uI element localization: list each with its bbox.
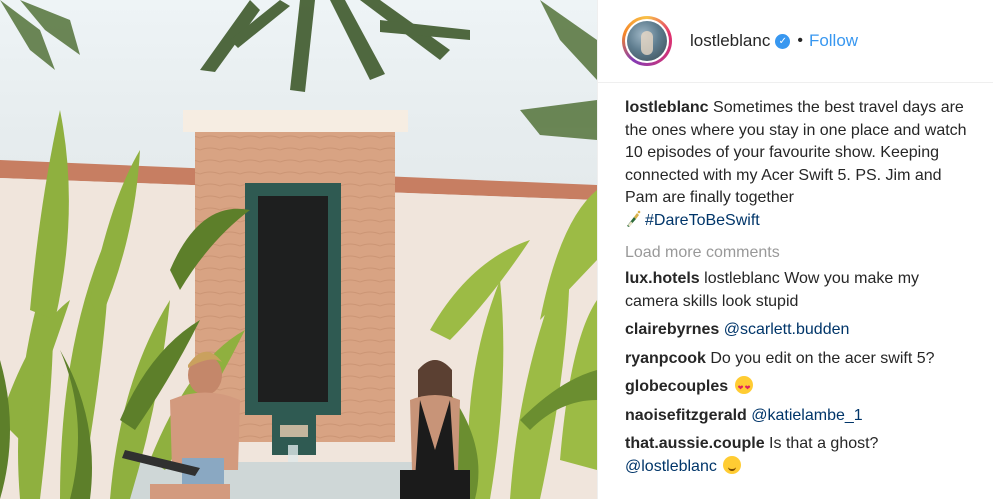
separator-dot: • (797, 32, 803, 49)
verified-badge-icon: ✓ (775, 33, 791, 49)
post-photo[interactable] (0, 0, 597, 499)
comment-item: globecouples (625, 376, 975, 401)
load-more-comments[interactable]: Load more comments (625, 242, 975, 264)
avatar-frame (625, 19, 669, 63)
avatar[interactable] (627, 21, 667, 61)
hugging-face-emoji-icon (723, 455, 742, 474)
caption-hashtag[interactable]: #DareToBeSwift (645, 212, 760, 229)
comment-mention[interactable]: @lostleblanc (625, 458, 717, 475)
comments-section: lostleblanc Sometimes the best travel da… (625, 97, 975, 478)
comment-username[interactable]: that.aussie.couple (625, 435, 765, 452)
post-caption: lostleblanc Sometimes the best travel da… (625, 97, 975, 232)
heart-eyes-emoji-icon (734, 376, 753, 401)
story-ring[interactable] (622, 16, 672, 66)
comment-list: lux.hotels lostleblanc Wow you make my c… (625, 268, 975, 478)
post-side-panel: lostleblanc ✓ • Follow lostleblanc Somet… (597, 0, 993, 499)
comment-username[interactable]: lux.hotels (625, 270, 700, 287)
photo-scene (0, 0, 597, 499)
comment-mention[interactable]: @katielambe_1 (751, 407, 862, 424)
comment-username[interactable]: globecouples (625, 378, 728, 395)
caption-username[interactable]: lostleblanc (625, 99, 709, 116)
comment-username[interactable]: naoisefitzgerald (625, 407, 747, 424)
comment-item: naoisefitzgerald @katielambe_1 (625, 405, 975, 428)
header-username[interactable]: lostleblanc (690, 31, 770, 51)
champagne-bottle-icon (627, 210, 641, 227)
comment-item: lux.hotels lostleblanc Wow you make my c… (625, 268, 975, 313)
comment-text: Do you edit on the acer swift 5? (710, 349, 935, 367)
comment-item: clairebyrnes @scarlett.budden (625, 319, 975, 342)
follow-button[interactable]: Follow (809, 31, 858, 51)
comment-mention[interactable]: @scarlett.budden (724, 321, 850, 338)
comment-username[interactable]: ryanpcook (625, 350, 706, 367)
comment-item: that.aussie.couple Is that a ghost? @los… (625, 433, 975, 478)
post-header: lostleblanc ✓ • Follow (598, 0, 993, 83)
comment-username[interactable]: clairebyrnes (625, 321, 719, 338)
comment-text: Is that a ghost? (769, 435, 879, 452)
comment-item: ryanpcook Do you edit on the acer swift … (625, 348, 975, 371)
